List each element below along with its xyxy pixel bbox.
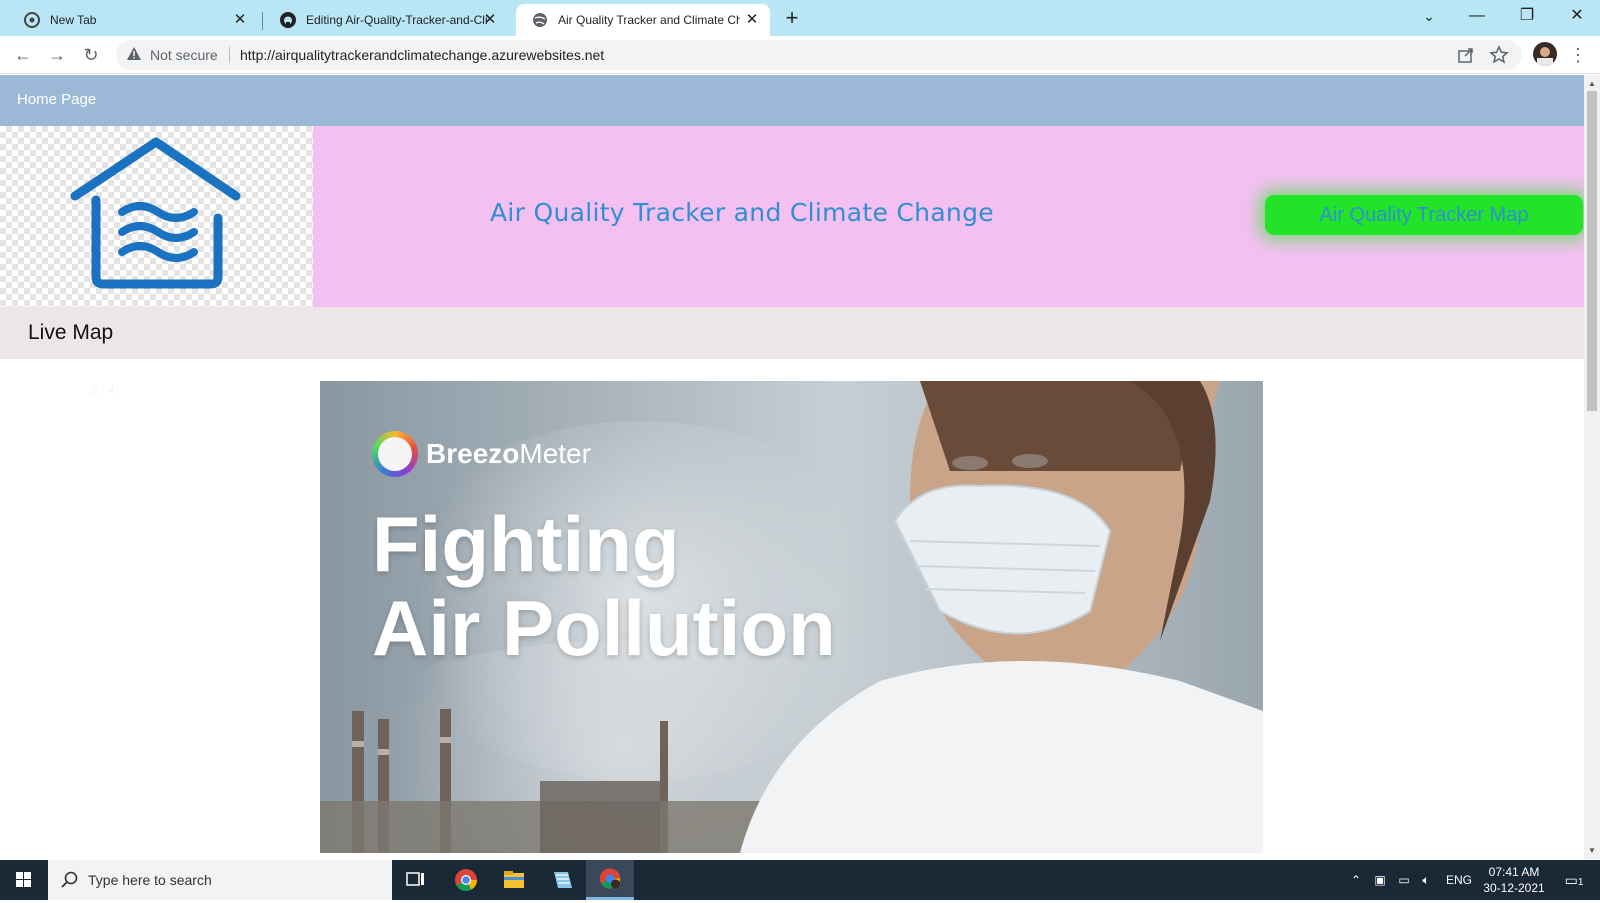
hero-headline-line1: Fighting [372, 500, 680, 588]
battery-icon[interactable]: ▭ [1394, 860, 1414, 900]
tab-editing-github[interactable]: Editing Air-Quality-Tracker-and-Clim ✕ [264, 4, 508, 36]
close-window-button[interactable]: ✕ [1554, 0, 1600, 34]
tab-title: Editing Air-Quality-Tracker-and-Clim [306, 13, 488, 27]
page-scrollbar[interactable]: ▲ ▼ [1584, 75, 1600, 859]
tab-title: New Tab [50, 13, 97, 27]
tab-divider [262, 12, 263, 30]
brand-name-bold: Breezo [426, 438, 520, 469]
message-icon: ▭ [1564, 872, 1578, 888]
scroll-up-arrow-icon[interactable]: ▲ [1588, 79, 1596, 88]
volume-icon[interactable]: 🔈︎ [1416, 860, 1436, 900]
brand-name-regular: Meter [519, 438, 591, 469]
breezometer-brand: BreezoMeter [372, 431, 591, 477]
scrollbar-thumb[interactable] [1587, 91, 1597, 411]
file-explorer-icon[interactable] [490, 860, 538, 900]
globe-icon [533, 13, 547, 27]
forward-button[interactable]: → [44, 42, 70, 68]
notification-count: 1 [1577, 877, 1584, 888]
address-divider [229, 47, 230, 63]
section-title: Live Map [28, 321, 114, 344]
slide-indicator: 3 / 4 [91, 383, 115, 397]
menu-kebab-icon[interactable]: ⋮ [1568, 42, 1588, 68]
language-indicator[interactable]: ENG [1444, 860, 1474, 900]
hero-slide-image: BreezoMeter Fighting Air Pollution [320, 381, 1263, 853]
github-icon [280, 12, 296, 28]
scroll-down-arrow-icon[interactable]: ▼ [1588, 846, 1596, 855]
system-clock[interactable]: 07:41 AM 30-12-2021 [1474, 864, 1554, 896]
address-bar[interactable]: Not secure http://airqualitytrackerandcl… [116, 40, 1522, 70]
brand-name: BreezoMeter [426, 438, 591, 470]
tab-new-tab[interactable]: New Tab ✕ [8, 4, 258, 36]
back-button[interactable]: ← [10, 42, 36, 68]
restore-button[interactable]: ❐ [1504, 0, 1550, 34]
url-text[interactable]: http://airqualitytrackerandclimatechange… [240, 47, 604, 63]
search-placeholder: Type here to search [88, 872, 212, 888]
share-icon[interactable] [1456, 45, 1476, 65]
windows-start-icon[interactable] [0, 860, 48, 900]
notepad-icon[interactable] [538, 860, 586, 900]
tab-search-icon[interactable]: ⌄ [1406, 0, 1452, 34]
task-view-icon[interactable] [392, 860, 440, 900]
chrome-taskbar-icon[interactable] [442, 860, 490, 900]
home-page-link[interactable]: Home Page [17, 91, 96, 108]
show-hidden-icons[interactable]: ⌃ [1346, 860, 1366, 900]
air-quality-map-button[interactable]: Air Quality Tracker Map [1265, 195, 1583, 235]
notifications-icon[interactable]: ▭1 [1556, 860, 1592, 900]
logo-panel [0, 126, 313, 307]
new-tab-button[interactable]: + [780, 6, 804, 30]
reload-button[interactable]: ↻ [78, 42, 104, 68]
site-banner: Air Quality Tracker and Climate Change A… [313, 126, 1584, 307]
live-map-section-header: Live Map [0, 307, 1584, 359]
windows-taskbar: Type here to search ⌃ ▣ ▭ 🔈︎ ENG 07:41 A… [0, 860, 1600, 900]
chrome-icon [24, 12, 40, 28]
clock-date: 30-12-2021 [1483, 881, 1545, 895]
breezometer-logo-icon [372, 431, 418, 477]
browser-toolbar: ← → ↻ Not secure http://airqualitytracke… [0, 36, 1600, 74]
hero-headline-line2: Air Pollution [372, 584, 836, 672]
chrome-profile-taskbar-icon[interactable] [586, 860, 634, 900]
close-tab-icon[interactable]: ✕ [744, 12, 760, 28]
clock-time: 07:41 AM [1488, 865, 1540, 879]
security-label[interactable]: Not secure [150, 47, 218, 63]
bookmark-star-icon[interactable] [1489, 45, 1509, 65]
warning-icon [127, 47, 141, 60]
close-tab-icon[interactable]: ✕ [232, 12, 248, 28]
tab-title: Air Quality Tracker and Climate Char [558, 13, 740, 27]
browser-tab-strip: New Tab ✕ Editing Air-Quality-Tracker-an… [0, 0, 1600, 36]
taskbar-search[interactable]: Type here to search [48, 860, 392, 900]
web-page: Home Page Air Quality Tracker and Climat… [0, 75, 1584, 859]
minimize-button[interactable]: — [1454, 0, 1500, 34]
meet-now-icon[interactable]: ▣ [1370, 860, 1390, 900]
tab-air-quality-tracker[interactable]: Air Quality Tracker and Climate Char ✕ [516, 4, 770, 36]
site-topnav: Home Page [0, 75, 1584, 126]
site-title: Air Quality Tracker and Climate Change [490, 198, 994, 227]
search-icon [61, 871, 78, 888]
close-tab-icon[interactable]: ✕ [482, 12, 498, 28]
house-air-logo-icon [70, 137, 241, 289]
profile-avatar[interactable] [1533, 42, 1557, 66]
profile-photo [1537, 47, 1553, 66]
